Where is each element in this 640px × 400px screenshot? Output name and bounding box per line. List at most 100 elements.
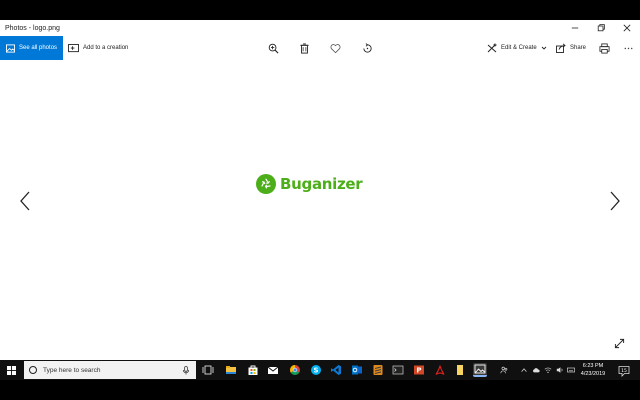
taskbar-file-explorer[interactable] [224, 363, 238, 377]
chevron-right-icon [610, 191, 620, 211]
action-center-button[interactable]: 15 [618, 364, 630, 377]
powerpoint-icon: P [414, 365, 424, 375]
taskbar-search-box[interactable]: Type here to search [24, 361, 196, 379]
wifi-icon [544, 367, 552, 374]
heart-icon [330, 43, 340, 53]
network-tray[interactable] [544, 360, 552, 380]
photos-app-window: Photos - logo.png See all photos Add to … [0, 20, 640, 360]
zoom-icon [268, 43, 278, 53]
rotate-icon [362, 42, 372, 53]
taskbar-chrome[interactable] [288, 363, 302, 377]
windows-logo-icon [6, 365, 16, 375]
keyboard-tray[interactable] [567, 360, 575, 380]
restore-icon [597, 24, 605, 32]
acrobat-icon [435, 365, 445, 375]
svg-text:S: S [313, 367, 318, 375]
toolbar: See all photos Add to a creation Edit & … [0, 36, 640, 60]
taskbar-store[interactable] [246, 363, 260, 377]
search-placeholder: Type here to search [43, 366, 101, 374]
printer-icon [599, 43, 609, 53]
print-button[interactable] [597, 41, 611, 55]
recycle-logo-icon [256, 174, 276, 194]
taskbar-notes[interactable] [453, 363, 467, 377]
volume-tray[interactable] [556, 360, 564, 380]
people-button[interactable] [500, 360, 508, 380]
displayed-image: Buganizer [256, 174, 363, 194]
vscode-icon [331, 365, 341, 375]
window-title: Photos - logo.png [5, 24, 60, 32]
rotate-button[interactable] [360, 41, 374, 55]
taskbar-clock[interactable]: 6:23 PM 4/23/2019 [576, 362, 610, 378]
previous-photo-button[interactable] [17, 190, 33, 212]
taskbar-acrobat[interactable] [433, 363, 447, 377]
photos-icon [6, 43, 15, 53]
edit-icon [487, 43, 497, 53]
taskbar-vscode[interactable] [329, 363, 343, 377]
add-to-creation-label: Add to a creation [83, 45, 129, 51]
store-icon [248, 365, 258, 375]
show-hidden-icons-button[interactable] [520, 360, 528, 380]
task-view-button[interactable] [201, 363, 215, 377]
screen-border-top [0, 0, 640, 20]
minimize-icon [571, 27, 579, 29]
add-creation-icon [68, 43, 79, 52]
mail-icon [267, 366, 279, 374]
expand-icon [614, 338, 625, 349]
close-button[interactable] [614, 20, 640, 36]
onedrive-tray[interactable] [532, 360, 540, 380]
minimize-button[interactable] [562, 20, 588, 36]
start-button[interactable] [0, 360, 22, 380]
outlook-icon [352, 365, 362, 375]
people-icon [500, 366, 508, 374]
taskbar-mail[interactable] [266, 363, 280, 377]
image-canvas: Buganizer [0, 60, 640, 360]
see-all-photos-label: See all photos [19, 45, 58, 51]
taskbar-powerpoint[interactable]: P [412, 363, 426, 377]
chrome-icon [290, 365, 300, 375]
sublime-icon [373, 365, 383, 375]
sticky-notes-icon [457, 365, 463, 375]
clock-time: 6:23 PM [582, 363, 604, 369]
chevron-up-icon [521, 368, 527, 372]
chevron-left-icon [20, 191, 30, 211]
edit-and-create-button[interactable]: Edit & Create [487, 36, 551, 60]
favorite-button[interactable] [328, 41, 342, 55]
taskbar-skype[interactable]: S [309, 363, 323, 377]
taskbar-outlook[interactable] [350, 363, 364, 377]
microphone-icon[interactable] [182, 365, 190, 375]
speaker-icon [556, 367, 563, 373]
screen-border-bottom [0, 380, 640, 400]
task-view-icon [202, 365, 214, 375]
maximize-button[interactable] [588, 20, 614, 36]
terminal-icon [392, 365, 404, 375]
photos-app-icon [474, 364, 486, 374]
share-button[interactable]: Share [556, 36, 586, 60]
clock-date: 4/23/2019 [580, 371, 606, 377]
zoom-button[interactable] [266, 41, 280, 55]
taskbar-photos[interactable] [473, 363, 487, 377]
close-icon [623, 24, 631, 32]
svg-text:P: P [416, 367, 421, 375]
edit-and-create-label: Edit & Create [501, 45, 537, 51]
taskbar-terminal[interactable] [391, 363, 405, 377]
delete-button[interactable] [297, 41, 311, 55]
keyboard-icon [567, 367, 575, 373]
chevron-down-icon [541, 46, 547, 50]
next-photo-button[interactable] [607, 190, 623, 212]
cloud-icon [533, 368, 540, 373]
full-screen-button[interactable] [614, 336, 628, 350]
cortana-icon [29, 366, 37, 374]
folder-icon [226, 366, 236, 374]
skype-icon: S [311, 365, 321, 375]
taskbar: Type here to search S P 6:23 PM 4/23/201… [0, 360, 640, 380]
more-icon [624, 47, 632, 49]
add-to-creation-button[interactable]: Add to a creation [68, 36, 128, 60]
share-icon [556, 43, 566, 53]
taskbar-sublime[interactable] [371, 363, 385, 377]
logo-wordmark: Buganizer [280, 175, 363, 193]
notification-icon: 15 [618, 366, 630, 377]
more-options-button[interactable] [621, 41, 635, 55]
see-all-photos-button[interactable]: See all photos [0, 36, 63, 60]
title-bar: Photos - logo.png [0, 20, 640, 36]
notification-count: 15 [621, 368, 627, 374]
